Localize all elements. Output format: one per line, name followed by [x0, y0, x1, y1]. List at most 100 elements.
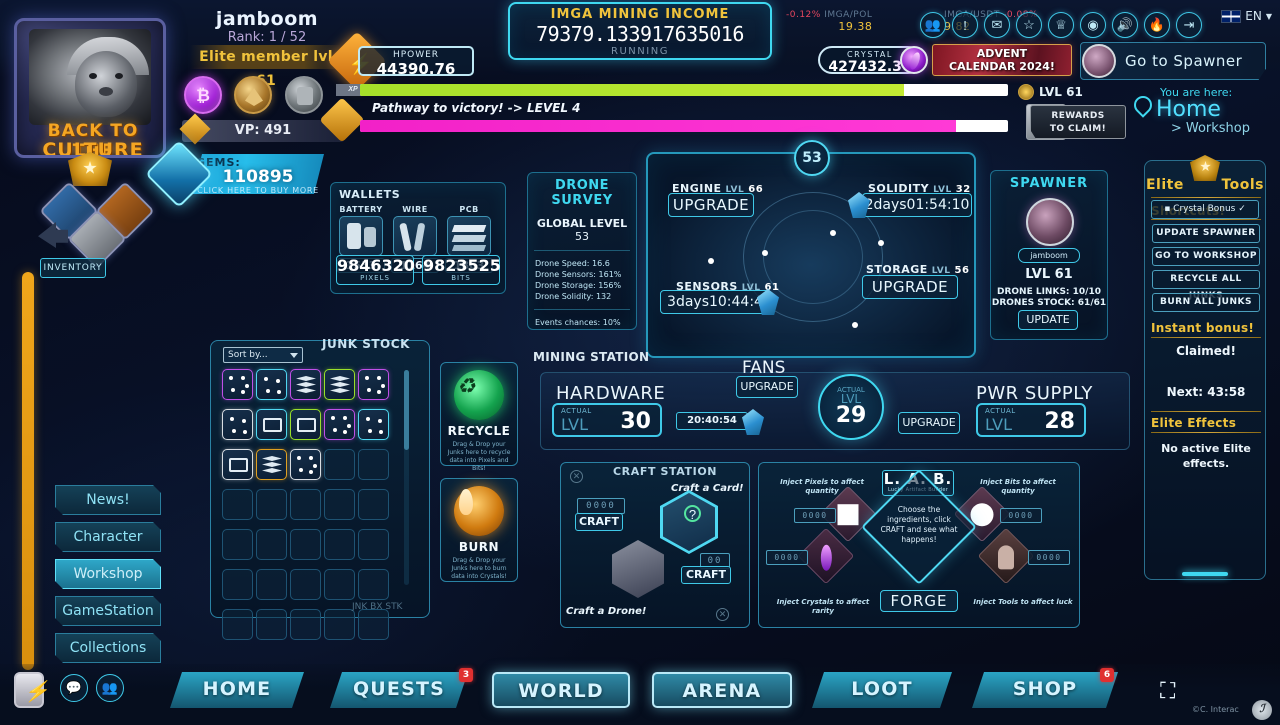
junk-item[interactable]	[358, 409, 389, 440]
sidebar-item-collections[interactable]: Collections	[55, 633, 161, 663]
burn-panel[interactable]: BURN Drag & Drop your Junks here to burn…	[440, 478, 518, 582]
divider	[534, 250, 630, 251]
trophy-icon[interactable]: ♕	[1048, 12, 1074, 38]
mining-income-status: RUNNING	[611, 46, 669, 57]
go-to-workshop-button[interactable]: GO TO WORKSHOP	[1152, 247, 1260, 266]
junk-item[interactable]	[222, 449, 253, 480]
recycle-all-junks-button[interactable]: RECYCLE ALL JUNKS	[1152, 270, 1260, 301]
lab-input-tools[interactable]: 0000	[1028, 550, 1070, 565]
layers-icon	[296, 388, 316, 393]
nav-loot[interactable]: LOOT	[812, 672, 952, 708]
solidity-timer[interactable]: 2days01:54:10	[862, 193, 972, 217]
junk-item[interactable]	[290, 369, 321, 400]
mining-station-title: MINING STATION	[533, 350, 650, 364]
storage-upgrade-button[interactable]: UPGRADE	[862, 275, 958, 299]
junk-item[interactable]	[324, 409, 355, 440]
sidebar-item-workshop[interactable]: Workshop	[55, 559, 161, 589]
junk-empty-slot	[222, 529, 253, 560]
sound-icon[interactable]: 🔊	[1112, 12, 1138, 38]
close-icon[interactable]: ✕	[716, 608, 729, 621]
sort-by-select[interactable]: Sort by...	[223, 347, 303, 363]
pathway-fill	[360, 120, 957, 132]
fans-upgrade-button[interactable]: UPGRADE	[736, 376, 798, 398]
craft-station-title: CRAFT STATION	[613, 465, 718, 478]
nav-shop[interactable]: SHOP	[972, 672, 1118, 708]
info-icon[interactable]: !	[952, 12, 978, 38]
layers-icon	[296, 376, 316, 381]
junk-item[interactable]	[222, 369, 253, 400]
bitcoin-coin-icon[interactable]: ₿	[184, 76, 222, 114]
gold-coin-icon[interactable]	[234, 76, 272, 114]
craft-card-input[interactable]: 0000	[577, 498, 625, 514]
nav-label: LOOT	[851, 678, 913, 700]
nav-arena[interactable]: ARENA	[652, 672, 792, 708]
forge-button[interactable]: FORGE	[880, 590, 958, 612]
fans-level-dial[interactable]: ACTUAL LVL 29	[818, 374, 884, 440]
bits-balance: 9823525 BITS	[422, 255, 501, 285]
elite-title-left: Elite	[1145, 177, 1184, 193]
junk-empty-slot	[358, 609, 389, 640]
fire-icon[interactable]: 🔥	[1144, 12, 1170, 38]
junk-item[interactable]	[222, 409, 253, 440]
sidebar-item-gamestation[interactable]: GameStation	[55, 596, 161, 626]
junk-item[interactable]	[290, 409, 321, 440]
burn-all-junks-button[interactable]: BURN ALL JUNKS	[1152, 293, 1260, 312]
junk-item[interactable]	[256, 369, 287, 400]
lab-input-bits[interactable]: 0000	[1000, 508, 1042, 523]
friends-icon[interactable]: 👥	[96, 674, 124, 702]
craft-card-button[interactable]: CRAFT	[575, 513, 623, 531]
crystal-bonus-chip[interactable]: ▪ Crystal Bonus ✓	[1151, 200, 1259, 219]
divider	[534, 309, 630, 310]
advent-calendar-banner[interactable]: ADVENT CALENDAR 2024!	[932, 44, 1072, 76]
spawner-update-button[interactable]: UPDATE	[1018, 310, 1078, 330]
engine-upgrade-button[interactable]: UPGRADE	[668, 193, 754, 217]
drone-survey-title: DRONE SURVEY	[551, 178, 613, 208]
nav-home[interactable]: HOME	[170, 672, 304, 708]
sidebar-item-news[interactable]: News!	[55, 485, 161, 515]
mining-income-title: IMGA MINING INCOME	[550, 7, 730, 22]
burn-desc: Drag & Drop your Junks here to burn data…	[451, 557, 507, 580]
junk-item[interactable]	[256, 409, 287, 440]
junk-scrollbar[interactable]	[404, 370, 409, 585]
craft-card-label: Craft a Card!	[671, 483, 744, 494]
language-selector[interactable]: EN ▼	[1221, 9, 1272, 23]
star-icon[interactable]: ☆	[1016, 12, 1042, 38]
silver-coin-icon[interactable]	[285, 76, 323, 114]
mail-icon[interactable]: ✉	[984, 12, 1010, 38]
junk-item[interactable]	[256, 449, 287, 480]
energy-bolt-button[interactable]: ⚡	[14, 672, 49, 708]
craft-drone-button[interactable]: CRAFT	[681, 566, 731, 584]
guild-icon[interactable]: 👥	[920, 12, 946, 38]
pixels-value: 9846320	[337, 256, 415, 275]
pcb-icon	[447, 216, 491, 256]
bits-value: 9823525	[423, 256, 501, 275]
lab-input-pixels[interactable]: 0000	[794, 508, 836, 523]
nav-world[interactable]: WORLD	[492, 672, 630, 708]
junk-item[interactable]	[324, 369, 355, 400]
rewards-to-claim-button[interactable]: REWARDS TO CLAIM!	[1030, 105, 1126, 139]
pwr-upgrade-button[interactable]: UPGRADE	[898, 412, 960, 434]
recycle-panel[interactable]: ♻ RECYCLE Drag & Drop your Junks here to…	[440, 362, 518, 472]
logout-icon[interactable]: ⇥	[1176, 12, 1202, 38]
lab-input-crystals[interactable]: 0000	[766, 550, 808, 565]
layers-icon	[330, 388, 350, 393]
chat-icon[interactable]: 💬	[60, 674, 88, 702]
hardware-timer[interactable]: 20:40:54	[676, 412, 748, 430]
hardware-level[interactable]: ACTUAL LVL 30	[552, 403, 662, 437]
coins-icon[interactable]: ◉	[1080, 12, 1106, 38]
sidebar-item-character[interactable]: Character	[55, 522, 161, 552]
junk-item[interactable]	[290, 449, 321, 480]
fullscreen-icon[interactable]: ⛶	[1160, 678, 1188, 704]
advent-line-2: CALENDAR 2024!	[949, 60, 1055, 73]
crystal-gem-icon[interactable]	[900, 46, 928, 74]
close-icon[interactable]: ✕	[570, 470, 583, 483]
pwr-value: 28	[1044, 409, 1075, 434]
junk-item[interactable]	[358, 369, 389, 400]
sensors-timer[interactable]: 3days10:44:4	[660, 290, 770, 314]
pwr-level[interactable]: ACTUAL LVL 28	[976, 403, 1086, 437]
junk-empty-slot	[324, 569, 355, 600]
nav-quests[interactable]: QUESTS	[330, 672, 468, 708]
update-spawner-button[interactable]: UPDATE SPAWNER	[1152, 224, 1260, 243]
pixels-unit: PIXELS	[360, 274, 390, 282]
inventory-button[interactable]: INVENTORY	[40, 258, 106, 278]
